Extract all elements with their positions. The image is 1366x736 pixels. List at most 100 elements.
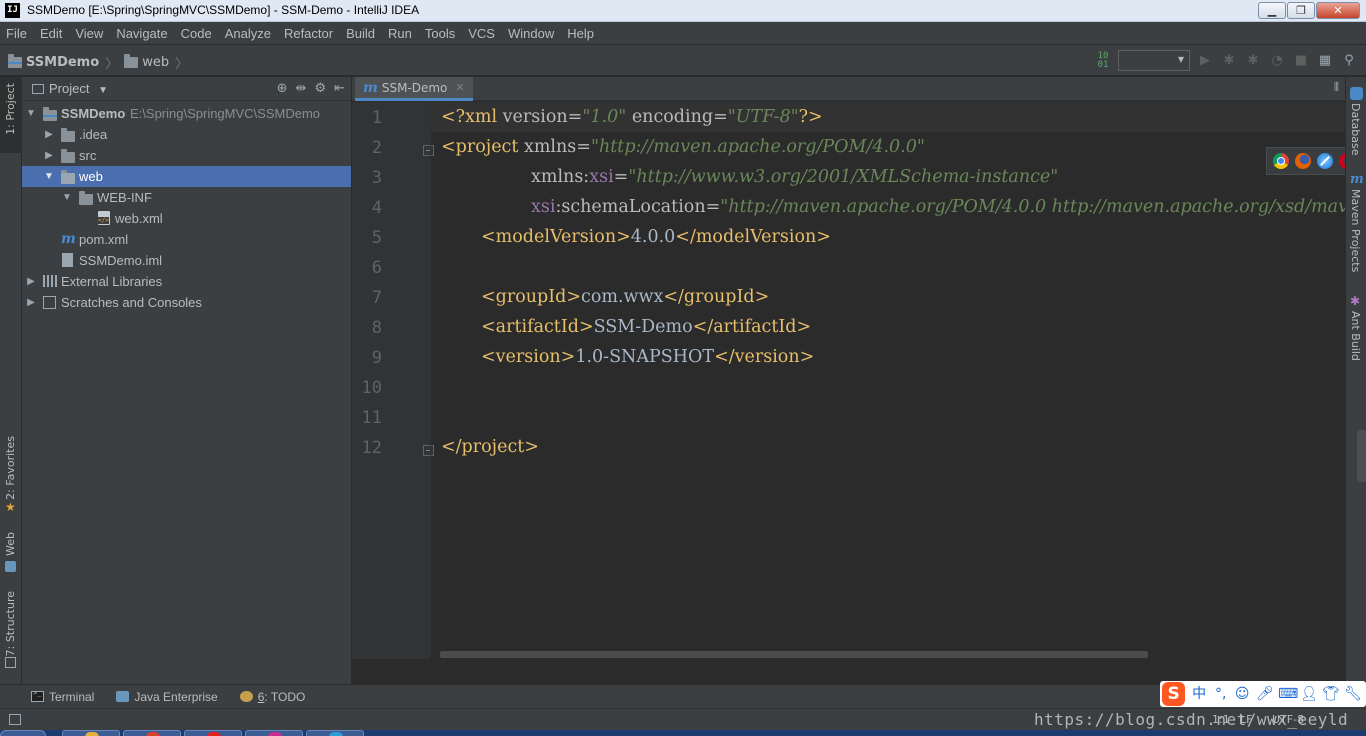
tree-item-label: External Libraries: [61, 274, 163, 289]
xml-tag: </modelVersion>: [675, 227, 831, 247]
expanded-arrow-icon: ▼: [44, 171, 54, 182]
collapsed-arrow-icon: ▶: [45, 150, 53, 161]
tree-item-iml[interactable]: SSMDemo.iml: [22, 250, 351, 271]
tab-project[interactable]: 1: Project: [0, 77, 22, 153]
breadcrumb-project[interactable]: SSMDemo: [26, 55, 99, 70]
menu-tools[interactable]: Tools: [425, 26, 455, 41]
expanded-arrow-icon: ▼: [26, 108, 36, 119]
tree-item-src[interactable]: ▶ src: [22, 145, 351, 166]
hide-panel-icon[interactable]: ⇤: [334, 81, 345, 96]
punctuation-icon[interactable]: °,: [1213, 686, 1229, 702]
project-view-icon: [32, 84, 44, 94]
maximize-button[interactable]: ❐: [1287, 2, 1315, 19]
line-number: 11: [361, 408, 382, 428]
user-icon[interactable]: 👤︎: [1300, 686, 1318, 702]
tree-item-scratches[interactable]: ▶ Scratches and Consoles: [22, 292, 351, 313]
tree-item-idea[interactable]: ▶ .idea: [22, 124, 351, 145]
close-tab-icon[interactable]: ✕: [455, 81, 464, 94]
firefox-icon[interactable]: [1295, 153, 1311, 169]
tab-web-label: Web: [4, 532, 17, 556]
project-view-selector[interactable]: Project ▼: [32, 81, 108, 96]
tree-item-ssmdemo[interactable]: ▼ SSMDemo E:\Spring\SpringMVC\SSMDemo: [22, 103, 351, 124]
emoji-icon[interactable]: ☺: [1234, 686, 1250, 702]
tab-java-enterprise-label: Java Enterprise: [134, 689, 218, 704]
project-structure-icon[interactable]: ▦: [1316, 52, 1334, 70]
gear-icon[interactable]: ⚙: [314, 81, 326, 96]
xml-text: SSM-Demo: [593, 317, 693, 337]
menu-file[interactable]: File: [6, 26, 27, 41]
skin-icon[interactable]: 👕︎: [1322, 686, 1340, 702]
run-configuration-select[interactable]: [1118, 50, 1190, 71]
menu-navigate[interactable]: Navigate: [116, 26, 167, 41]
profile-icon[interactable]: ◔: [1268, 52, 1286, 70]
xml-tag: <version>: [481, 347, 576, 367]
menu-edit[interactable]: Edit: [40, 26, 62, 41]
tree-item-pom-xml[interactable]: m pom.xml: [22, 229, 351, 250]
tab-ant-build[interactable]: Ant Build: [1349, 311, 1362, 361]
tree-item-path: E:\Spring\SpringMVC\SSMDemo: [130, 106, 321, 121]
taskbar-app-intellij[interactable]: [245, 730, 303, 736]
wrench-icon[interactable]: 🔧︎: [1344, 686, 1362, 702]
microphone-icon[interactable]: 🎤︎: [1256, 686, 1274, 702]
xml-value: "UTF-8": [727, 107, 799, 127]
stop-icon[interactable]: ■: [1292, 52, 1310, 70]
xml-tag: </artifactId>: [692, 317, 812, 337]
vertical-scroll-marker[interactable]: [1357, 430, 1366, 482]
taskbar-app-explorer[interactable]: [62, 730, 120, 736]
collapse-all-icon[interactable]: ⇹: [296, 81, 307, 96]
tab-java-enterprise[interactable]: Java Enterprise: [116, 689, 218, 704]
xml-pi: ?>: [798, 107, 823, 127]
code-editor[interactable]: <?xml version="1.0" encoding="UTF-8"?> <…: [430, 102, 1345, 659]
close-button[interactable]: ✕: [1316, 2, 1360, 19]
tree-item-label: .idea: [79, 127, 108, 142]
safari-icon[interactable]: [1317, 153, 1333, 169]
menu-help[interactable]: Help: [567, 26, 594, 41]
menu-refactor[interactable]: Refactor: [284, 26, 333, 41]
build-project-icon[interactable]: 10 01: [1094, 51, 1112, 70]
editor-tab-ssm-demo[interactable]: m SSM-Demo ✕: [355, 77, 473, 101]
menu-analyze[interactable]: Analyze: [225, 26, 271, 41]
tree-item-label: web.xml: [115, 211, 163, 226]
taskbar-app-3[interactable]: [184, 730, 242, 736]
taskbar-app-chrome[interactable]: [123, 730, 181, 736]
menu-build[interactable]: Build: [346, 26, 375, 41]
sogou-logo-icon[interactable]: S: [1162, 682, 1186, 706]
tree-item-external-libraries[interactable]: ▶ External Libraries: [22, 271, 351, 292]
tab-maven-projects[interactable]: Maven Projects: [1349, 189, 1362, 272]
chrome-icon: [146, 732, 160, 736]
project-panel-title: Project: [49, 81, 90, 96]
minimize-button[interactable]: ▁: [1258, 2, 1286, 19]
debug-icon[interactable]: ✱: [1220, 52, 1238, 70]
horizontal-scrollbar[interactable]: [440, 651, 1148, 658]
chrome-icon[interactable]: [1273, 153, 1289, 169]
split-editor-icon[interactable]: ⦀: [1334, 80, 1339, 95]
tab-favorites[interactable]: 2: Favorites ★: [0, 432, 22, 517]
xml-attr: encoding=: [626, 107, 728, 127]
search-icon[interactable]: ⚲: [1340, 52, 1358, 70]
tab-todo[interactable]: 6: TODO: [239, 690, 305, 704]
menu-vcs[interactable]: VCS: [468, 26, 495, 41]
start-button[interactable]: [0, 730, 46, 736]
tab-structure[interactable]: 7: Structure: [0, 589, 22, 674]
taskbar-app-5[interactable]: [306, 730, 364, 736]
tab-web[interactable]: Web: [0, 530, 22, 578]
menu-code[interactable]: Code: [181, 26, 212, 41]
line-number: 2: [371, 138, 382, 158]
tab-terminal[interactable]: Terminal: [31, 689, 94, 704]
menu-view[interactable]: View: [75, 26, 103, 41]
breadcrumb-folder[interactable]: web: [142, 55, 169, 70]
tool-windows-toggle-icon[interactable]: [9, 714, 21, 725]
ime-language-toggle[interactable]: 中: [1191, 686, 1207, 702]
tab-database[interactable]: Database: [1349, 103, 1362, 156]
tree-item-web-inf[interactable]: ▼ WEB-INF: [22, 187, 351, 208]
menu-window[interactable]: Window: [508, 26, 554, 41]
xml-attr: xmlns:: [531, 167, 590, 187]
run-icon[interactable]: ▶: [1196, 52, 1214, 70]
keyboard-icon[interactable]: ⌨: [1278, 686, 1298, 702]
tree-item-web-xml[interactable]: web.xml: [22, 208, 351, 229]
menu-run[interactable]: Run: [388, 26, 412, 41]
scroll-from-source-icon[interactable]: ⊕: [277, 81, 288, 96]
maven-icon: m: [363, 79, 378, 96]
run-coverage-icon[interactable]: ✱: [1244, 52, 1262, 70]
tree-item-web[interactable]: ▼ web: [22, 166, 351, 187]
